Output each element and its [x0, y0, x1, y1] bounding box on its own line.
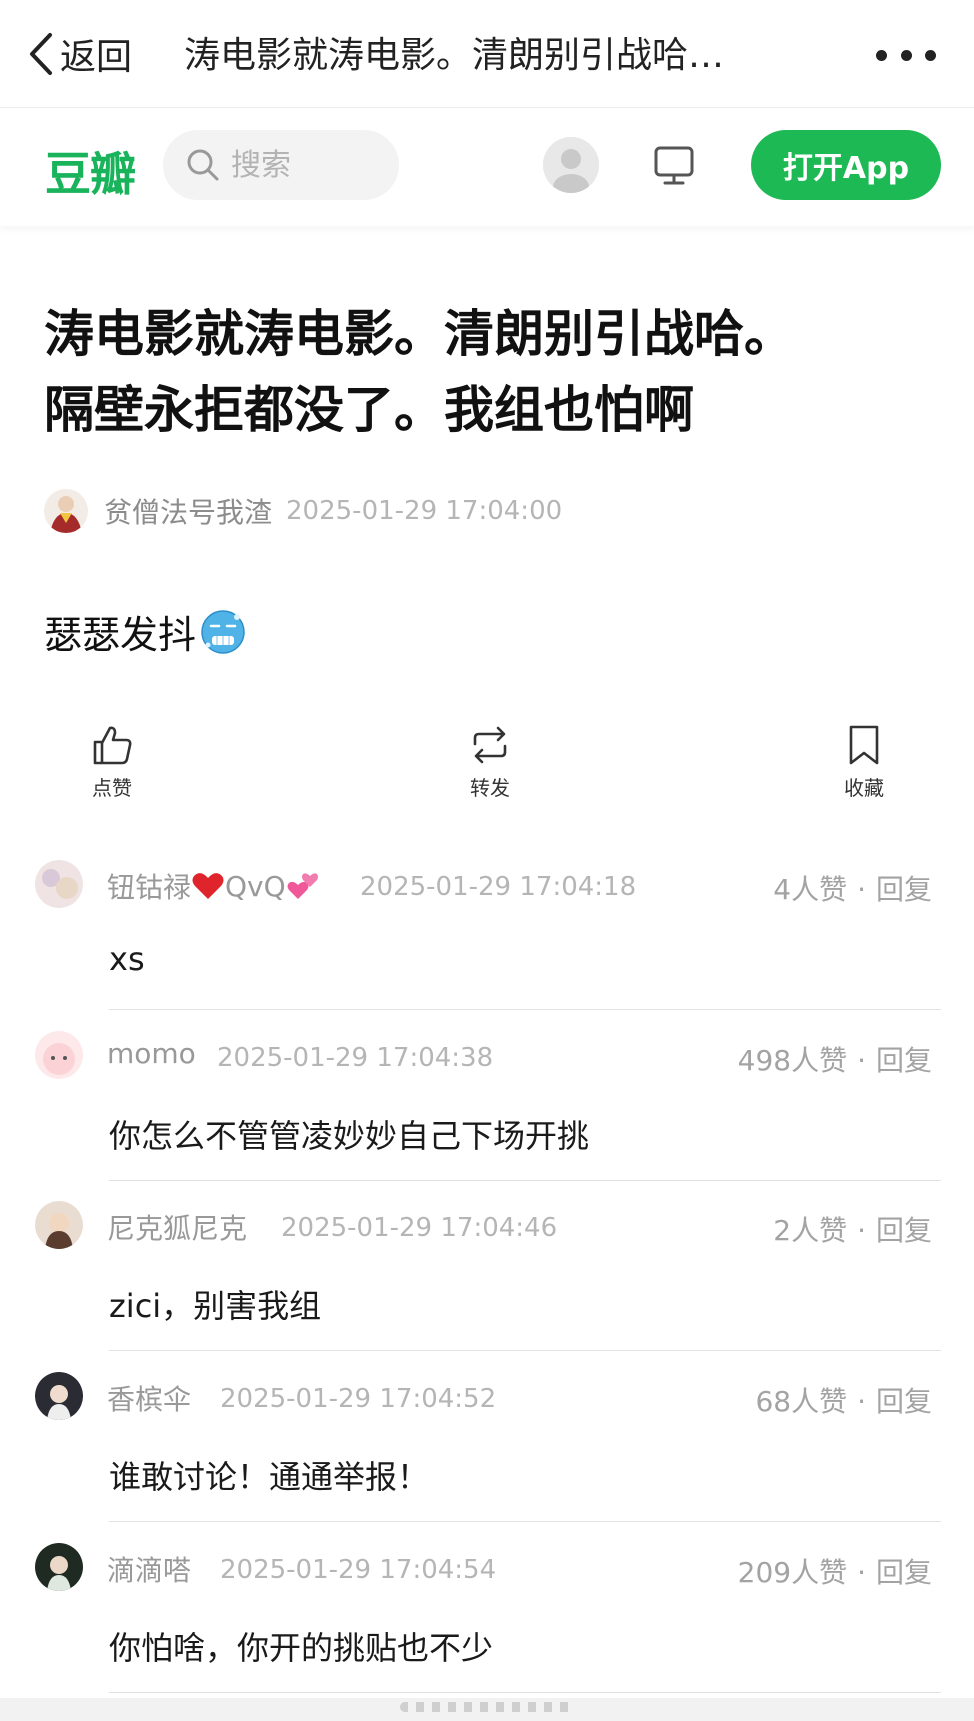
commenter-name[interactable]: 尼克狐尼克 [107, 1207, 247, 1247]
author-avatar[interactable] [44, 489, 88, 533]
monk-avatar-icon [44, 489, 88, 533]
post-title-line: 隔壁永拒都没了。我组也怕啊 [44, 381, 694, 439]
desktop-icon[interactable] [650, 142, 698, 190]
comment-meta: 2人赞 · 回复 [773, 1209, 932, 1249]
collect-label: 收藏 [844, 776, 884, 800]
commenter-name-suffix: QvQ [225, 869, 286, 903]
repost-label: 转发 [470, 776, 510, 800]
commenter-avatar[interactable] [35, 1543, 83, 1591]
reply-button[interactable]: 回复 [876, 1214, 932, 1247]
comment-divider [109, 1692, 941, 1693]
comment-divider [109, 1350, 941, 1351]
open-app-button[interactable]: 打开App [751, 130, 941, 200]
user-avatar[interactable] [543, 137, 599, 193]
comment-time: 2025-01-29 17:04:18 [360, 872, 637, 902]
douban-logo[interactable]: 豆瓣 [45, 138, 136, 204]
commenter-name[interactable]: 香槟伞 [107, 1378, 191, 1418]
post-time: 2025-01-29 17:04:00 [286, 496, 563, 526]
back-label: 返回 [60, 37, 133, 78]
avatar-image-icon [35, 1201, 83, 1249]
site-header: 豆瓣 打开App [0, 108, 974, 226]
commenter-avatar[interactable] [35, 860, 83, 908]
post-title: 涛电影就涛电影。清朗别引战哈。 隔壁永拒都没了。我组也怕啊 [44, 296, 934, 448]
repost-icon [473, 726, 507, 764]
default-avatar-icon [543, 137, 599, 193]
search-input[interactable] [229, 146, 393, 184]
comment-divider [109, 1521, 941, 1522]
search-icon [187, 149, 219, 181]
nav-title: 涛电影就涛电影。清朗别引战哈… [184, 35, 725, 76]
comment-time: 2025-01-29 17:04:54 [220, 1555, 497, 1585]
author-row: 贫僧法号我渣 2025-01-29 17:04:00 [44, 483, 562, 539]
comment-meta: 498人赞 · 回复 [738, 1039, 932, 1079]
reply-button[interactable]: 回复 [876, 873, 932, 906]
like-button[interactable]: 点赞 [62, 722, 162, 801]
commenter-name[interactable]: momo [107, 1037, 196, 1070]
post-actions: 点赞 转发 收藏 [0, 722, 974, 812]
comment-divider [109, 1180, 941, 1181]
comment-meta: 209人赞 · 回复 [738, 1551, 932, 1591]
post-body: 瑟瑟发抖 [44, 604, 246, 659]
red-heart-icon [192, 873, 224, 899]
commenter-avatar[interactable] [35, 1031, 83, 1079]
post-body-text: 瑟瑟发抖 [44, 613, 197, 657]
separator: · [857, 1044, 866, 1077]
separator: · [857, 1385, 866, 1418]
two-hearts-icon [287, 873, 318, 899]
comment-divider [109, 1009, 941, 1010]
like-count[interactable]: 209人赞 [738, 1556, 847, 1589]
avatar-image-icon [35, 1543, 83, 1591]
comment-meta: 4人赞 · 回复 [773, 868, 932, 908]
like-count[interactable]: 4人赞 [773, 873, 847, 906]
comment-time: 2025-01-29 17:04:46 [281, 1213, 558, 1243]
more-dot-icon [876, 49, 887, 61]
comment-text: 谁敢讨论！通通举报！ [109, 1458, 430, 1496]
separator: · [857, 1214, 866, 1247]
home-indicator [400, 1702, 574, 1712]
bookmark-icon [849, 725, 879, 765]
like-count[interactable]: 498人赞 [738, 1044, 847, 1077]
reply-button[interactable]: 回复 [876, 1556, 932, 1589]
reply-button[interactable]: 回复 [876, 1385, 932, 1418]
more-options-button[interactable] [876, 40, 936, 70]
comment-time: 2025-01-29 17:04:38 [217, 1043, 494, 1073]
chevron-left-icon [30, 33, 52, 75]
separator: · [857, 873, 866, 906]
like-label: 点赞 [92, 776, 132, 800]
avatar-image-icon [35, 860, 83, 908]
more-dot-icon [900, 49, 912, 61]
thumbs-up-icon [93, 726, 132, 765]
comment-text: 你怕啥，你开的挑贴也不少 [109, 1629, 494, 1667]
author-name[interactable]: 贫僧法号我渣 [104, 491, 272, 531]
comment-text: 你怎么不管管凌妙妙自己下场开挑 [109, 1117, 590, 1155]
comment-text: zici，别害我组 [109, 1287, 322, 1325]
comment-text: xs [109, 940, 145, 978]
collect-button[interactable]: 收藏 [814, 722, 914, 801]
commenter-name[interactable]: 钮钴禄 QvQ [107, 866, 322, 906]
commenter-name[interactable]: 滴滴嗒 [107, 1549, 191, 1589]
cold-face-emoji-icon [201, 609, 245, 654]
back-button[interactable]: 返回 [26, 28, 132, 80]
avatar-image-icon [35, 1031, 83, 1079]
commenter-avatar[interactable] [35, 1372, 83, 1420]
search-box[interactable] [163, 130, 399, 200]
more-dot-icon [925, 49, 936, 61]
repost-button[interactable]: 转发 [440, 722, 540, 801]
commenter-name-text: 钮钴禄 [107, 871, 192, 904]
reply-button[interactable]: 回复 [876, 1044, 932, 1077]
commenter-avatar[interactable] [35, 1201, 83, 1249]
avatar-image-icon [35, 1372, 83, 1420]
comment-time: 2025-01-29 17:04:52 [220, 1384, 497, 1414]
post-title-line: 涛电影就涛电影。清朗别引战哈。 [44, 305, 794, 363]
separator: · [857, 1556, 866, 1589]
like-count[interactable]: 2人赞 [773, 1214, 847, 1247]
like-count[interactable]: 68人赞 [755, 1385, 847, 1418]
top-nav-bar: 返回 涛电影就涛电影。清朗别引战哈… [0, 0, 974, 108]
comment-meta: 68人赞 · 回复 [755, 1380, 932, 1420]
